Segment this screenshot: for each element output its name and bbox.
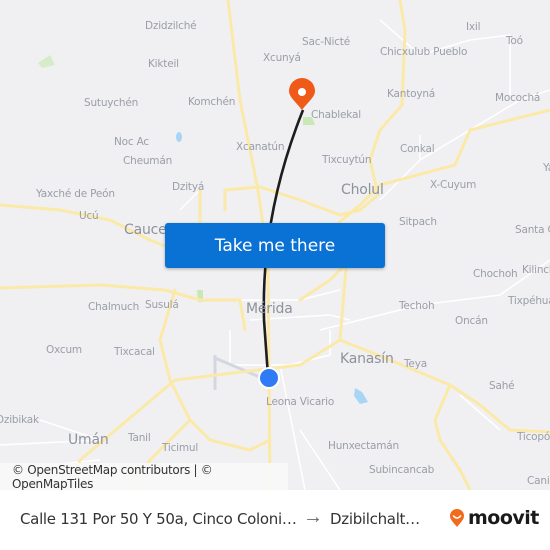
- destination-label: Dzibilchalt…: [330, 510, 420, 528]
- place-label: Tixcacal: [114, 346, 155, 358]
- place-label: Dzibikak: [0, 414, 39, 426]
- place-label: Santa Cruz: [515, 224, 550, 236]
- place-label: Sitpach: [399, 216, 437, 228]
- place-label: Tanil: [128, 432, 151, 444]
- park-area: [38, 55, 55, 68]
- place-label: Mocochá: [495, 92, 541, 104]
- place-label: Kantoyná: [387, 88, 436, 100]
- place-label: Ticimul: [162, 442, 199, 454]
- place-label: Ixil: [466, 21, 481, 33]
- place-label: X-Cuyum: [430, 179, 477, 191]
- place-label: Chablekal: [311, 109, 361, 121]
- place-label: Chochoh: [473, 268, 518, 280]
- place-label: Xcunyá: [263, 52, 301, 64]
- place-label: Dzityá: [172, 181, 205, 193]
- water-area: [354, 388, 368, 404]
- attribution-text[interactable]: © OpenStreetMap contributors | © OpenMap…: [12, 463, 288, 491]
- place-label: Susulá: [145, 299, 179, 311]
- map-attribution: © OpenStreetMap contributors | © OpenMap…: [0, 463, 288, 490]
- place-label: Caucel: [124, 222, 171, 238]
- place-label: Chalmuch: [88, 301, 140, 313]
- place-label: Subincancab: [369, 464, 435, 476]
- place-label: Toó: [506, 35, 523, 47]
- place-label: Noc Ac: [114, 136, 149, 148]
- place-label: Cholul: [341, 182, 384, 198]
- water-area: [176, 132, 182, 142]
- place-label: Kikteil: [148, 58, 179, 70]
- place-label: Conkal: [400, 143, 435, 155]
- place-label: Kanasín: [340, 351, 394, 367]
- place-label: Mérida: [246, 301, 293, 317]
- origin-dot-icon: [258, 367, 280, 389]
- place-label: Sahé: [489, 380, 515, 392]
- place-label: Ticopó: [517, 431, 550, 443]
- place-label: Leona Vicario: [266, 396, 335, 408]
- place-label: Hunxectamán: [328, 440, 399, 452]
- place-label: Sac-Nicté: [302, 36, 350, 48]
- map[interactable]: Dzidzilché Kikteil Sutuychén Komchén Noc…: [0, 0, 550, 490]
- place-label: Teya: [404, 358, 427, 370]
- destination-pin-icon[interactable]: [289, 78, 315, 110]
- place-label: Xcanatún: [236, 141, 285, 153]
- place-label: Oncán: [455, 315, 488, 327]
- place-label: Cheumán: [123, 155, 173, 167]
- place-label: Oxcum: [46, 344, 82, 356]
- route-footer: Calle 131 Por 50 Y 50a, Cinco Coloni… → …: [0, 490, 550, 550]
- place-label: Sutuychén: [84, 97, 139, 109]
- take-me-there-button[interactable]: Take me there: [165, 223, 385, 268]
- moovit-wordmark: moovit: [468, 507, 539, 529]
- place-label: Techoh: [399, 300, 435, 312]
- origin-stop-label: Calle 131 Por 50 Y 50a, Cinco Coloni…: [20, 510, 297, 528]
- place-label: Canicab: [527, 475, 550, 487]
- moovit-pin-icon: [450, 509, 464, 527]
- arrow-right-icon: →: [303, 506, 323, 528]
- place-label: Komchén: [188, 96, 236, 108]
- place-label: Tixcuytún: [322, 154, 372, 166]
- place-label: Ucú: [79, 210, 99, 222]
- place-label: Dzidzilché: [145, 20, 197, 32]
- place-label: Yaxché de Peón: [36, 188, 115, 200]
- place-label: Tixpéhual: [508, 295, 550, 307]
- place-label: Umán: [68, 432, 109, 448]
- place-label: Kilinché: [522, 264, 550, 276]
- moovit-logo[interactable]: moovit: [449, 507, 539, 529]
- place-label: Chicxulub Pueblo: [380, 46, 468, 58]
- place-label: Yaxkukul: [543, 162, 550, 174]
